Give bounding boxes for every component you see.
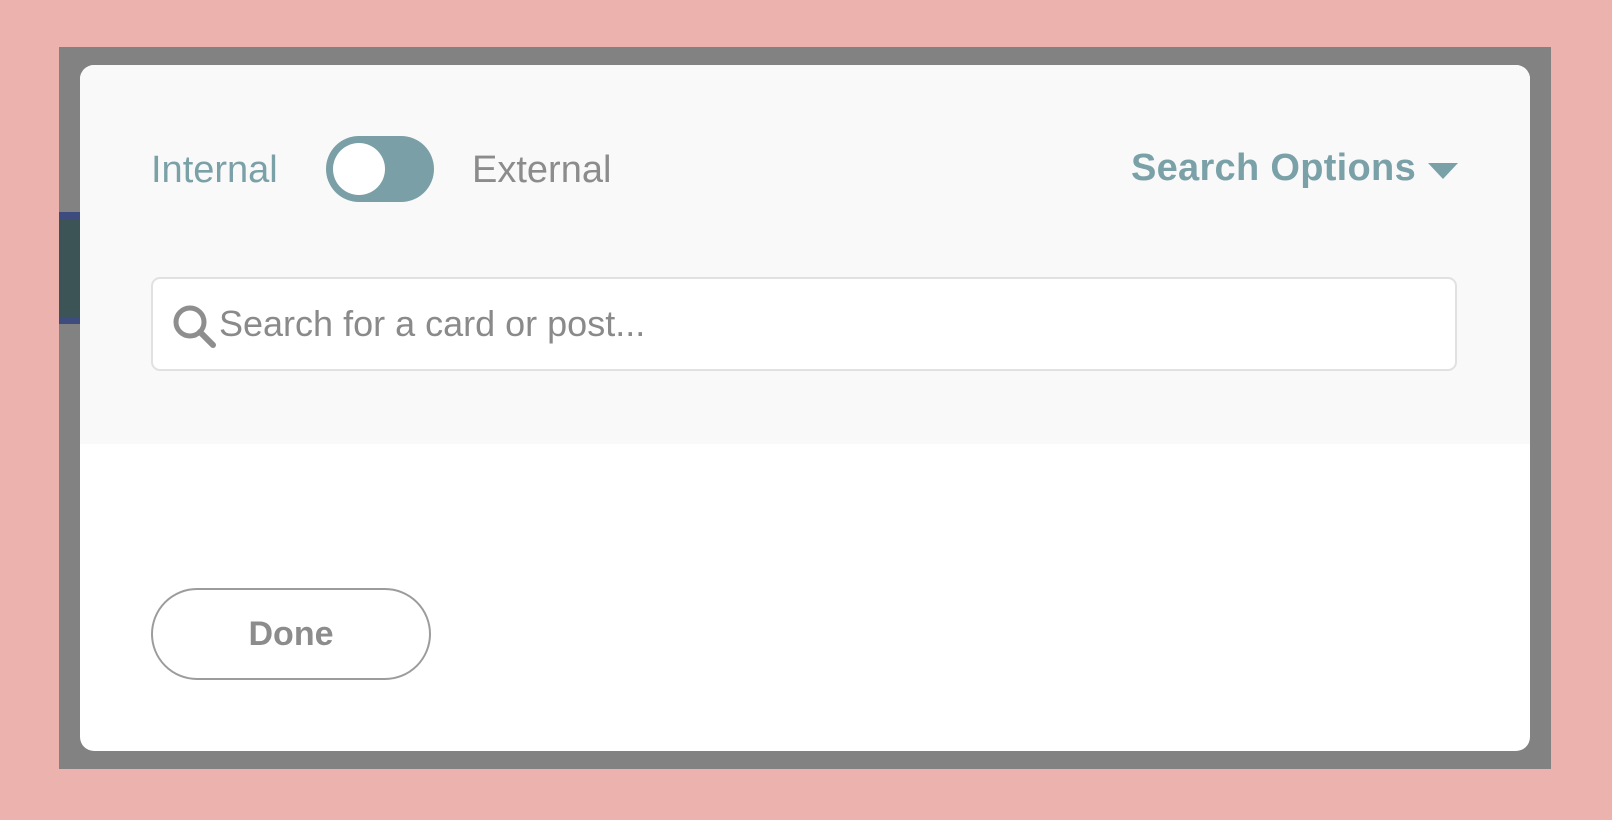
search-icon: [173, 305, 216, 348]
search-options-dropdown[interactable]: Search Options: [1131, 149, 1458, 187]
chevron-down-icon: [1428, 163, 1458, 179]
scope-toggle-switch[interactable]: [326, 136, 434, 202]
background-panel-edge: [59, 212, 81, 324]
scope-external-label: External: [472, 149, 612, 191]
done-button[interactable]: Done: [151, 588, 431, 680]
search-input[interactable]: [219, 279, 1439, 369]
toggle-knob: [333, 143, 385, 195]
scope-internal-label: Internal: [151, 149, 278, 191]
modal-header: Internal External Search Options: [80, 65, 1530, 444]
search-box: [151, 277, 1457, 371]
search-modal: Internal External Search Options Done: [80, 65, 1530, 751]
search-options-label: Search Options: [1130, 147, 1416, 189]
